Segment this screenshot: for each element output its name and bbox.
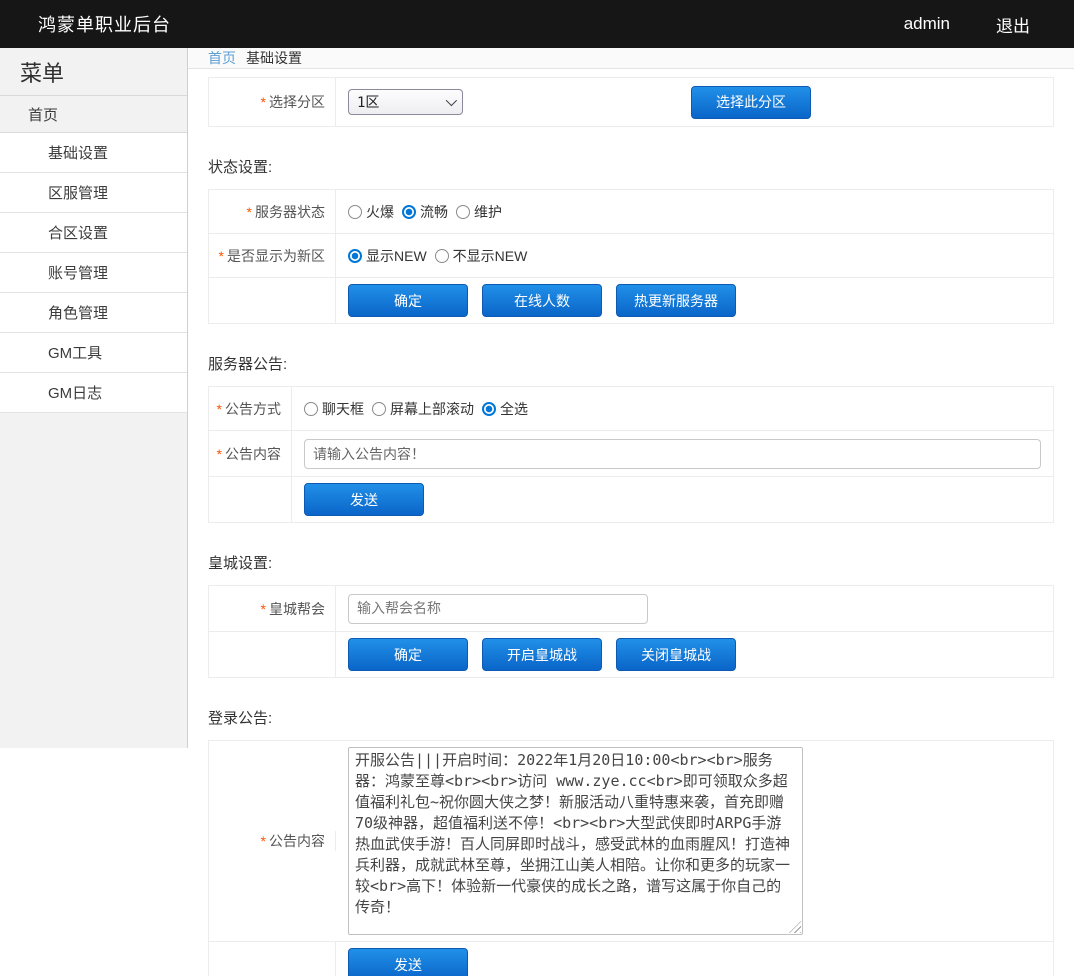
login-notice-content-label-text: 公告内容 [269,831,325,851]
notice-method-label: * 公告方式 [209,387,292,430]
sidebar-item-home[interactable]: 首页 [0,96,187,133]
sidebar-item-gm-logs[interactable]: GM日志 [0,373,187,413]
radio-icon [348,205,362,219]
radio-hide-new[interactable]: 不显示NEW [435,246,528,266]
radio-screen-scroll[interactable]: 屏幕上部滚动 [372,399,474,419]
server-status-label-text: 服务器状态 [255,202,325,222]
close-palace-war-button[interactable]: 关闭皇城战 [616,638,736,671]
breadcrumb-current: 基础设置 [246,48,302,68]
notice-content-label: * 公告内容 [209,431,292,476]
radio-label: 显示NEW [366,246,427,266]
server-notice-section-title: 服务器公告: [208,353,1054,374]
radio-label: 屏幕上部滚动 [390,399,474,419]
show-new-label-text: 是否显示为新区 [227,246,325,266]
notice-content-label-text: 公告内容 [225,444,281,464]
login-notice-section-title: 登录公告: [208,707,1054,728]
radio-label: 不显示NEW [453,246,528,266]
breadcrumb-home-link[interactable]: 首页 [208,48,236,68]
login-notice-content-label: * 公告内容 [209,831,336,851]
palace-section-title: 皇城设置: [208,552,1054,573]
sidebar-title: 菜单 [0,48,187,96]
status-table: * 服务器状态 火爆 流畅 [208,189,1054,324]
login-notice-textarea[interactable]: 开服公告|||开启时间：2022年1月20日10:00<br><br>服务器：鸿… [348,747,803,935]
partition-label-text: 选择分区 [269,92,325,112]
main-area: 首页 基础设置 * 选择分区 1区 选择此分 [188,48,1074,976]
send-login-notice-button[interactable]: 发送 [348,948,468,976]
palace-guild-label: * 皇城帮会 [209,586,336,631]
radio-icon [435,249,449,263]
sidebar-item-server-management[interactable]: 区服管理 [0,173,187,213]
send-notice-button[interactable]: 发送 [304,483,424,516]
required-mark: * [219,248,224,264]
radio-label: 维护 [474,202,502,222]
notice-method-label-text: 公告方式 [225,399,281,419]
radio-server-hot[interactable]: 火爆 [348,202,394,222]
radio-icon [402,205,416,219]
sidebar-item-account-management[interactable]: 账号管理 [0,253,187,293]
select-partition-button[interactable]: 选择此分区 [691,86,811,119]
radio-chat-box[interactable]: 聊天框 [304,399,364,419]
online-count-button[interactable]: 在线人数 [482,284,602,317]
radio-label: 全选 [500,399,528,419]
empty-label-cell [209,942,336,976]
radio-label: 流畅 [420,202,448,222]
palace-guild-input[interactable] [348,594,648,624]
breadcrumb: 首页 基础设置 [188,48,1074,69]
sidebar-item-role-management[interactable]: 角色管理 [0,293,187,333]
confirm-status-button[interactable]: 确定 [348,284,468,317]
empty-label-cell [209,278,336,323]
radio-icon [482,402,496,416]
partition-select-value: 1区 [357,92,379,112]
radio-server-smooth[interactable]: 流畅 [402,202,448,222]
hot-update-server-button[interactable]: 热更新服务器 [616,284,736,317]
sidebar-item-merge-settings[interactable]: 合区设置 [0,213,187,253]
open-palace-war-button[interactable]: 开启皇城战 [482,638,602,671]
radio-label: 聊天框 [322,399,364,419]
radio-show-new[interactable]: 显示NEW [348,246,427,266]
required-mark: * [261,833,266,849]
palace-table: * 皇城帮会 确定 开启皇城战 关闭皇城战 [208,585,1054,678]
sidebar-item-basic-settings[interactable]: 基础设置 [0,133,187,173]
radio-icon [348,249,362,263]
radio-select-all[interactable]: 全选 [482,399,528,419]
radio-icon [372,402,386,416]
user-menu[interactable]: admin [904,14,950,34]
show-new-label: * 是否显示为新区 [209,234,336,277]
radio-label: 火爆 [366,202,394,222]
required-mark: * [261,94,266,110]
empty-label-cell [209,477,292,522]
required-mark: * [261,601,266,617]
radio-icon [304,402,318,416]
radio-server-maintenance[interactable]: 维护 [456,202,502,222]
empty-label-cell [209,632,336,677]
sidebar-item-gm-tools[interactable]: GM工具 [0,333,187,373]
radio-icon [456,205,470,219]
page-content: * 选择分区 1区 选择此分区 状态设置: [188,69,1074,976]
sidebar: 菜单 首页 基础设置 区服管理 合区设置 账号管理 角色管理 GM工具 GM日志 [0,48,188,976]
partition-table: * 选择分区 1区 选择此分区 [208,77,1054,127]
partition-label: * 选择分区 [209,78,336,126]
chevron-down-icon [446,95,457,106]
top-bar: 鸿蒙单职业后台 admin 退出 [0,0,1074,48]
required-mark: * [217,446,222,462]
logout-link[interactable]: 退出 [996,12,1030,37]
notice-content-input[interactable] [304,439,1041,469]
login-notice-table: * 公告内容 开服公告|||开启时间：2022年1月20日10:00<br><b… [208,740,1054,976]
server-status-label: * 服务器状态 [209,190,336,233]
app-title: 鸿蒙单职业后台 [38,11,171,37]
partition-select[interactable]: 1区 [348,89,463,115]
confirm-palace-button[interactable]: 确定 [348,638,468,671]
required-mark: * [247,204,252,220]
required-mark: * [217,401,222,417]
status-section-title: 状态设置: [208,156,1054,177]
server-notice-table: * 公告方式 聊天框 屏幕上部滚动 [208,386,1054,523]
palace-guild-label-text: 皇城帮会 [269,599,325,619]
